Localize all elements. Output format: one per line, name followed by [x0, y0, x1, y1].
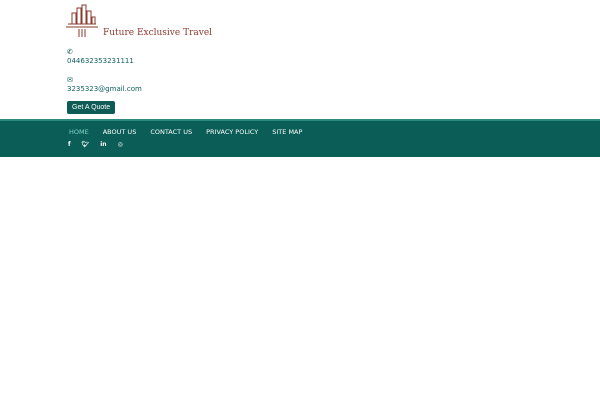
linkedin-icon[interactable]: in: [100, 141, 106, 148]
twitter-icon[interactable]: 🐦︎: [82, 141, 90, 148]
nav-contact-us[interactable]: CONTACT US: [150, 128, 192, 136]
nav-home[interactable]: HOME: [69, 128, 89, 136]
logo[interactable]: Future Exclusive Travel: [64, 3, 212, 39]
nav-site-map[interactable]: SITE MAP: [272, 128, 302, 136]
instagram-icon[interactable]: ◎: [118, 141, 123, 148]
main-navigation: HOME ABOUT US CONTACT US PRIVACY POLICY …: [0, 119, 600, 157]
email-contact: ✉ 3235323@gmail.com: [67, 76, 142, 93]
brand-name: Future Exclusive Travel: [103, 28, 213, 38]
facebook-icon[interactable]: f: [68, 141, 71, 148]
nav-privacy-policy[interactable]: PRIVACY POLICY: [206, 128, 258, 136]
logo-skyline-icon: [66, 4, 98, 37]
phone-contact: ✆ 044632353231111: [67, 48, 134, 65]
envelope-icon: ✉: [67, 76, 73, 84]
phone-number[interactable]: 044632353231111: [67, 57, 134, 65]
email-address[interactable]: 3235323@gmail.com: [67, 85, 142, 93]
phone-icon: ✆: [67, 48, 73, 56]
get-quote-button[interactable]: Get A Quote: [67, 101, 116, 114]
nav-about-us[interactable]: ABOUT US: [103, 128, 137, 136]
